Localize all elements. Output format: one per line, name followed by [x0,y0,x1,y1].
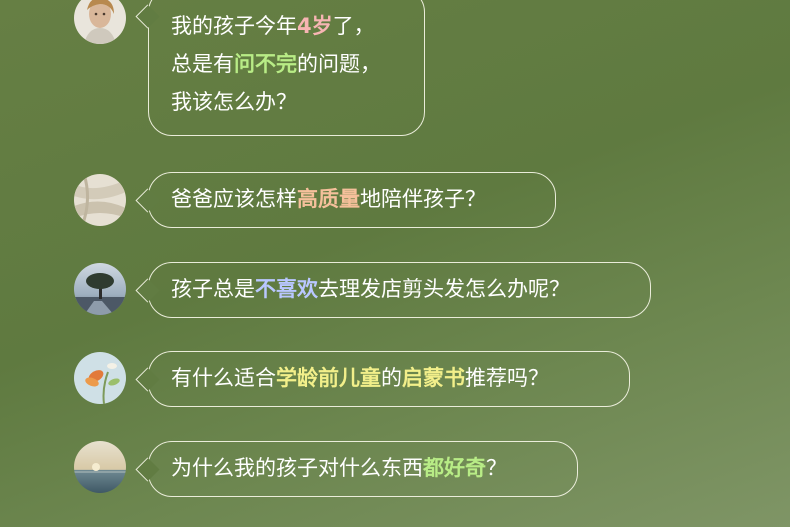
message-line: 我该怎么办？ [171,83,402,121]
message-line: 我的孩子今年4岁了， [171,7,402,45]
message-text: 了， [332,14,375,38]
highlight-text: 学龄前儿童 [276,366,381,390]
message-bubble[interactable]: 有什么适合学龄前儿童的启蒙书推荐吗？ [135,351,630,407]
message-bubble[interactable]: 爸爸应该怎样高质量地陪伴孩子？ [135,172,556,228]
bubble-tail [135,4,160,29]
bubble-tail [135,278,160,303]
highlight-text: 启蒙书 [402,366,465,390]
tree-avatar[interactable] [74,263,126,315]
message-text: 的问题， [297,52,381,76]
message-line: 总是有问不完的问题， [171,45,402,83]
message-bubble[interactable]: 孩子总是不喜欢去理发店剪头发怎么办呢？ [135,262,651,318]
highlight-text: 4岁 [297,14,333,38]
message-text: 推荐吗？ [465,366,549,390]
fabric-avatar[interactable] [74,174,126,226]
message-text: 我的孩子今年 [171,14,297,38]
message-text: 有什么适合 [171,366,276,390]
sea-avatar[interactable] [74,441,126,493]
bubble-tail [135,188,160,213]
highlight-text: 都好奇 [423,456,486,480]
message-text: 为什么我的孩子对什么东西 [171,456,423,480]
highlight-text: 不喜欢 [255,277,318,301]
message-text: 地陪伴孩子？ [360,187,486,211]
message-text: 我该怎么办？ [171,90,297,114]
bubble-tail [135,457,160,482]
message-text: 去理发店剪头发怎么办呢？ [318,277,570,301]
highlight-text: 问不完 [234,52,297,76]
message-text: ？ [486,456,507,480]
flower-avatar[interactable] [74,352,126,404]
message-text: 孩子总是 [171,277,255,301]
bubble-tail [135,367,160,392]
highlight-text: 高质量 [297,187,360,211]
message-bubble[interactable]: 为什么我的孩子对什么东西都好奇？ [135,441,578,497]
message-text: 爸爸应该怎样 [171,187,297,211]
message-bubble[interactable]: 我的孩子今年4岁了， 总是有问不完的问题， 我该怎么办？ [135,0,425,136]
message-text: 的 [381,366,402,390]
message-text: 总是有 [171,52,234,76]
portrait-avatar[interactable] [74,0,126,44]
